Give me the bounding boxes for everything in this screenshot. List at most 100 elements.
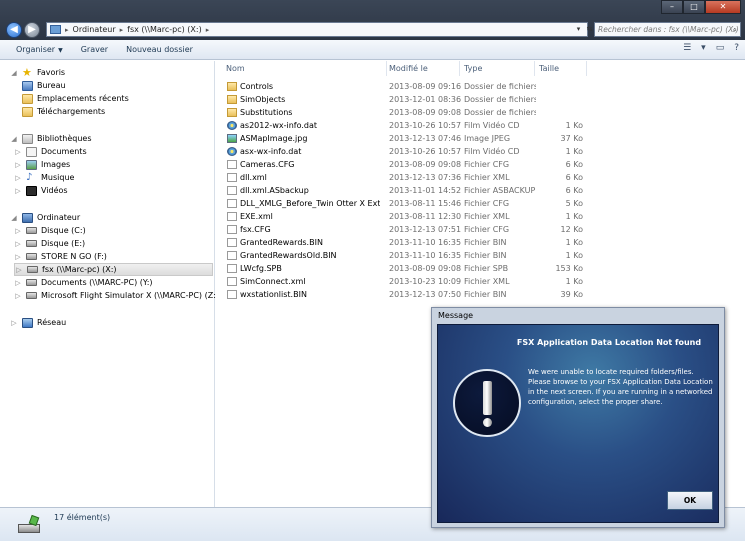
chevron-down-icon[interactable]: ▾	[701, 43, 706, 53]
folder-icon	[227, 108, 237, 117]
breadcrumb-separator-icon[interactable]: ▸	[206, 26, 210, 34]
nav-drive-f[interactable]: ▷ STORE N GO (F:)	[14, 250, 107, 263]
file-row[interactable]: Controls 2013-08-09 09:16 Dossier de fichi…	[216, 80, 745, 93]
address-bar[interactable]: ▸ Ordinateur ▸ fsx (\\Marc-pc) (X:) ▸	[46, 22, 588, 37]
nav-label: Emplacements récents	[37, 94, 129, 103]
file-type: Fichier CFG	[464, 199, 510, 208]
preview-pane-icon[interactable]: ▭	[716, 43, 725, 53]
nav-images[interactable]: ▷ Images	[14, 158, 70, 171]
burn-button[interactable]: Graver	[81, 45, 108, 54]
history-dropdown-icon[interactable]: ▾	[574, 23, 583, 35]
expand-icon[interactable]: ▷	[15, 266, 23, 274]
search-input[interactable]: Rechercher dans : fsx (\\Marc-pc) (X:) ⌕	[594, 22, 741, 37]
nav-network[interactable]: ▷ Réseau	[10, 316, 66, 329]
view-options-icon[interactable]: ☰	[683, 43, 691, 53]
file-row[interactable]: dll.xml.ASbackup 2013-11-01 14:52 Fichier …	[216, 184, 745, 197]
nav-libraries[interactable]: ◢ Bibliothèques	[10, 132, 92, 145]
ok-button[interactable]: OK	[667, 491, 713, 510]
window-controls: – □ ✕	[661, 0, 741, 14]
file-row[interactable]: GrantedRewardsOld.BIN 2013-11-10 16:35 Fic…	[216, 249, 745, 262]
dialog-line: Please browse to your FSX Application Da…	[528, 378, 713, 386]
expand-icon[interactable]: ▷	[14, 279, 22, 287]
file-row[interactable]: LWcfg.SPB 2013-08-09 09:08 Fichier SPB 153 …	[216, 262, 745, 275]
expand-icon[interactable]: ▷	[14, 174, 22, 182]
expand-icon[interactable]: ▷	[14, 227, 22, 235]
file-row[interactable]: asx-wx-info.dat 2013-10-26 10:57 Film Vidé…	[216, 145, 745, 158]
file-type: Fichier XML	[464, 212, 510, 221]
nav-videos[interactable]: ▷ Vidéos	[14, 184, 68, 197]
column-label: Nom	[226, 64, 245, 73]
file-size: 6 Ko	[565, 186, 583, 195]
nav-desktop[interactable]: Bureau	[22, 79, 66, 92]
expand-icon[interactable]: ▷	[14, 161, 22, 169]
column-header-name[interactable]: Nom	[216, 61, 386, 76]
collapse-icon[interactable]: ◢	[10, 214, 18, 222]
file-row[interactable]: wxstationlist.BIN 2013-12-13 07:50 Fichier…	[216, 288, 745, 301]
file-row[interactable]: Substitutions 2013-08-09 09:08 Dossier de …	[216, 106, 745, 119]
nav-music[interactable]: ▷ ♪ Musique	[14, 171, 74, 184]
breadcrumb-drive[interactable]: fsx (\\Marc-pc) (X:)	[127, 25, 202, 34]
libraries-icon	[22, 133, 33, 144]
close-button[interactable]: ✕	[705, 0, 741, 14]
file-row[interactable]: SimObjects 2013-12-01 08:36 Dossier de fic…	[216, 93, 745, 106]
file-row[interactable]: ASMapImage.jpg 2013-12-13 07:46 Image JPEG…	[216, 132, 745, 145]
nav-drive-z[interactable]: ▷ Microsoft Flight Simulator X (\\MARC-P…	[14, 289, 219, 302]
nav-recent[interactable]: Emplacements récents	[22, 92, 129, 105]
file-row[interactable]: DLL_XMLG_Before_Twin Otter X Extende... 2…	[216, 197, 745, 210]
file-size: 1 Ko	[565, 277, 583, 286]
nav-favorites[interactable]: ◢ ★ Favoris	[10, 66, 65, 79]
help-icon[interactable]: ?	[734, 43, 739, 53]
back-arrow-icon[interactable]: ◀	[6, 22, 22, 38]
expand-icon[interactable]: ▷	[14, 148, 22, 156]
nav-drive-x[interactable]: ▷ fsx (\\Marc-pc) (X:)	[14, 263, 213, 276]
column-header-type[interactable]: Type	[454, 61, 532, 76]
nav-drive-y[interactable]: ▷ Documents (\\MARC-PC) (Y:)	[14, 276, 153, 289]
refresh-icon[interactable]: ⇆	[585, 23, 594, 35]
nav-label: Vidéos	[41, 186, 68, 195]
expand-icon[interactable]: ▷	[14, 292, 22, 300]
hard-drive-icon	[26, 227, 37, 234]
minimize-button[interactable]: –	[661, 0, 683, 14]
breadcrumb-separator-icon[interactable]: ▸	[120, 26, 124, 34]
column-label: Taille	[539, 64, 560, 73]
column-header-size[interactable]: Taille	[529, 61, 589, 76]
nav-drive-c[interactable]: ▷ Disque (C:)	[14, 224, 85, 237]
file-icon	[227, 251, 237, 260]
file-row[interactable]: GrantedRewards.BIN 2013-11-10 16:35 Fichie…	[216, 236, 745, 249]
maximize-button[interactable]: □	[683, 0, 705, 14]
file-modified: 2013-08-11 15:46	[389, 199, 461, 208]
collapse-icon[interactable]: ◢	[10, 69, 18, 77]
breadcrumb-separator-icon[interactable]: ▸	[65, 26, 69, 34]
file-row[interactable]: Cameras.CFG 2013-08-09 09:08 Fichier CFG 6 …	[216, 158, 745, 171]
file-row[interactable]: as2012-wx-info.dat 2013-10-26 10:57 Film V…	[216, 119, 745, 132]
expand-icon[interactable]: ▷	[10, 319, 18, 327]
nav-documents[interactable]: ▷ Documents	[14, 145, 87, 158]
nav-label: Documents (\\MARC-PC) (Y:)	[41, 278, 153, 287]
search-placeholder: Rechercher dans : fsx (\\Marc-pc) (X:)	[598, 25, 739, 34]
forward-arrow-icon[interactable]: ▶	[24, 22, 40, 38]
file-row[interactable]: fsx.CFG 2013-12-13 07:51 Fichier CFG 12 Ko	[216, 223, 745, 236]
expand-icon[interactable]: ▷	[14, 253, 22, 261]
file-size: 153 Ko	[555, 264, 583, 273]
hard-drive-icon	[26, 240, 37, 247]
file-row[interactable]: dll.xml 2013-12-13 07:36 Fichier XML 6 Ko	[216, 171, 745, 184]
file-modified: 2013-08-11 12:30	[389, 212, 461, 221]
expand-icon[interactable]: ▷	[14, 240, 22, 248]
search-icon[interactable]: ⌕	[733, 23, 737, 36]
file-type: Fichier XML	[464, 173, 510, 182]
file-size: 1 Ko	[565, 238, 583, 247]
column-divider[interactable]	[586, 61, 587, 76]
new-folder-button[interactable]: Nouveau dossier	[126, 45, 193, 54]
navigation-pane: ◢ ★ Favoris Bureau Emplacements récents …	[0, 61, 219, 507]
nav-computer[interactable]: ◢ Ordinateur	[10, 211, 80, 224]
column-header-modified[interactable]: Modifié le	[379, 61, 457, 76]
expand-icon[interactable]: ▷	[14, 187, 22, 195]
file-row[interactable]: SimConnect.xml 2013-10-23 10:09 Fichier XM…	[216, 275, 745, 288]
organize-menu[interactable]: Organiser ▼	[16, 45, 63, 54]
collapse-icon[interactable]: ◢	[10, 135, 18, 143]
nav-downloads[interactable]: Téléchargements	[22, 105, 105, 118]
file-row[interactable]: EXE.xml 2013-08-11 12:30 Fichier XML 1 Ko	[216, 210, 745, 223]
breadcrumb-computer[interactable]: Ordinateur	[73, 25, 116, 34]
nav-drive-e[interactable]: ▷ Disque (E:)	[14, 237, 85, 250]
nav-label: Images	[41, 160, 71, 169]
